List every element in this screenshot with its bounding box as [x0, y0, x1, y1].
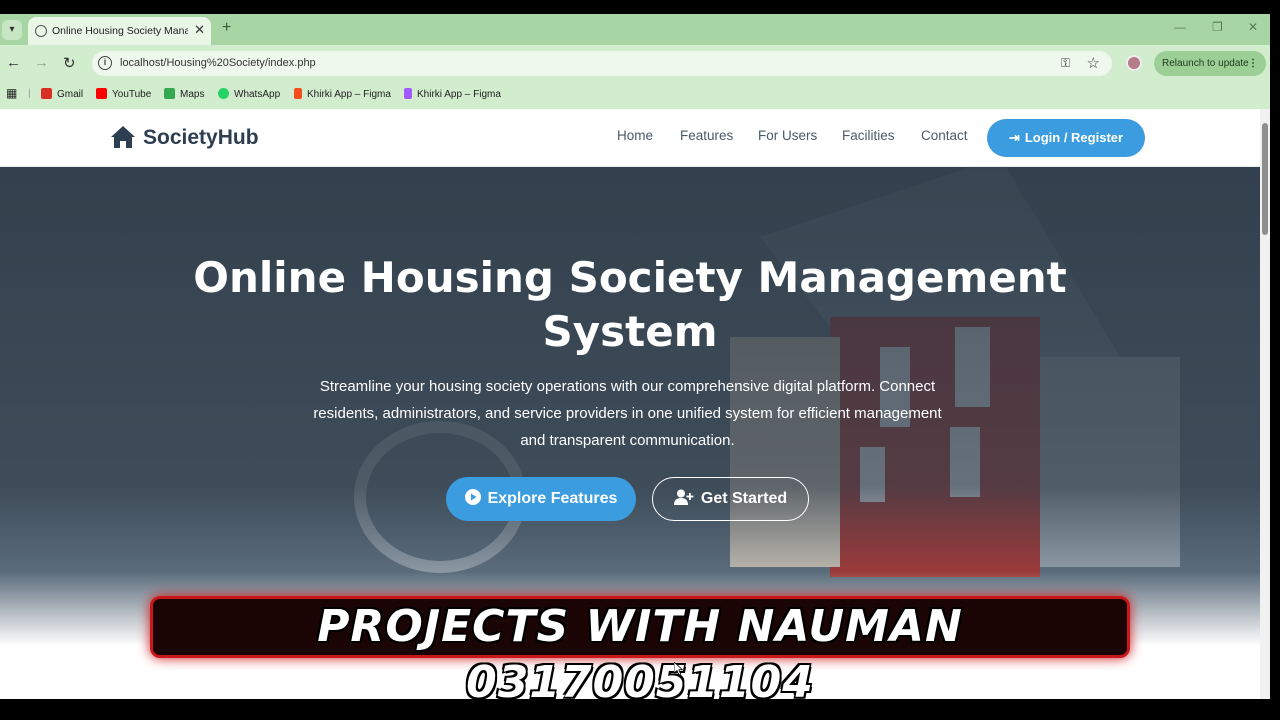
get-started-label: Get Started [700, 490, 788, 507]
get-started-button[interactable]: Get Started [652, 477, 809, 521]
hero-title: Online Housing Society Management System [193, 253, 1067, 356]
nav-facilities[interactable]: Facilities [842, 128, 895, 143]
new-tab-button[interactable]: + [222, 19, 231, 37]
menu-dots-icon: ⋮ [1248, 58, 1258, 69]
nav-for-users[interactable]: For Users [758, 128, 817, 143]
hero-subtitle: Streamline your housing society operatio… [313, 378, 942, 449]
active-tab[interactable]: Online Housing Society Manag ✕ [28, 17, 211, 45]
browser-toolbar: ← → ↻ i localhost/Housing%20Society/inde… [0, 45, 1270, 81]
reload-icon[interactable]: ↻ [63, 54, 76, 72]
tab-bar: ▾ Online Housing Society Manag ✕ + — ❐ ✕ [0, 14, 1270, 45]
minimize-icon[interactable]: — [1174, 20, 1186, 34]
house-icon [111, 126, 135, 148]
banner-text: PROJECTS WITH NAUMAN 03170051104 [317, 601, 963, 708]
login-label: Login / Register [1024, 130, 1124, 145]
bookmark-whatsapp[interactable]: WhatsApp [218, 88, 280, 100]
site-info-icon[interactable]: i [98, 56, 112, 70]
forward-arrow-icon[interactable]: → [34, 54, 49, 71]
tab-title: Online Housing Society Manag [52, 25, 188, 37]
user-plus-icon [673, 489, 694, 505]
relaunch-label: Relaunch to update [1162, 58, 1249, 69]
mouse-cursor-icon [674, 662, 684, 676]
apps-grid-icon[interactable]: ▦ [6, 86, 17, 100]
login-register-button[interactable]: ⇥ Login / Register [987, 119, 1145, 157]
explore-label: Explore Features [487, 490, 618, 507]
address-bar[interactable]: i localhost/Housing%20Society/index.php … [92, 51, 1112, 76]
globe-icon [35, 25, 47, 37]
scrollbar-thumb[interactable] [1262, 123, 1268, 235]
explore-features-button[interactable]: Explore Features [446, 477, 636, 521]
tab-search-button[interactable]: ▾ [2, 20, 22, 40]
play-circle-icon [464, 489, 481, 505]
maps-icon [164, 88, 175, 99]
gmail-icon [41, 88, 52, 99]
back-arrow-icon[interactable]: ← [6, 54, 21, 71]
bottom-black-bar [0, 699, 1280, 720]
bookmarks-divider: | [28, 88, 31, 99]
brand-name: SocietyHub [143, 126, 259, 149]
bookmark-maps[interactable]: Maps [164, 88, 204, 100]
right-edge-strip [1270, 14, 1280, 699]
whatsapp-icon [218, 88, 229, 99]
site-navbar: SocietyHub Home Features For Users Facil… [0, 109, 1260, 167]
video-overlay-banner: PROJECTS WITH NAUMAN 03170051104 [150, 596, 1130, 708]
nav-features[interactable]: Features [680, 128, 733, 143]
password-key-icon[interactable]: ⚿ [1061, 56, 1070, 71]
bookmark-youtube[interactable]: YouTube [96, 88, 151, 100]
close-window-icon[interactable]: ✕ [1248, 20, 1258, 34]
figma-icon [404, 88, 412, 99]
sign-in-icon: ⇥ [1008, 130, 1020, 145]
page-scrollbar[interactable] [1260, 109, 1270, 699]
screen: ▾ Online Housing Society Manag ✕ + — ❐ ✕… [0, 0, 1280, 720]
close-tab-icon[interactable]: ✕ [194, 22, 205, 38]
bookmark-figma-2[interactable]: Khirki App – Figma [404, 88, 501, 100]
youtube-icon [96, 88, 107, 99]
bookmark-figma-1[interactable]: Khirki App – Figma [294, 88, 391, 100]
nav-home[interactable]: Home [617, 128, 653, 143]
url-text: localhost/Housing%20Society/index.php [120, 57, 316, 69]
bookmark-star-icon[interactable]: ☆ [1087, 54, 1100, 72]
relaunch-button[interactable]: Relaunch to update ⋮ [1154, 51, 1266, 76]
nav-contact[interactable]: Contact [921, 128, 968, 143]
restore-icon[interactable]: ❐ [1212, 20, 1223, 34]
figma-icon [294, 88, 302, 99]
bookmark-gmail[interactable]: Gmail [41, 88, 83, 100]
profile-avatar[interactable] [1126, 55, 1142, 71]
bookmarks-bar: ▦ | Gmail YouTube Maps WhatsApp Khirki A… [0, 81, 1270, 109]
